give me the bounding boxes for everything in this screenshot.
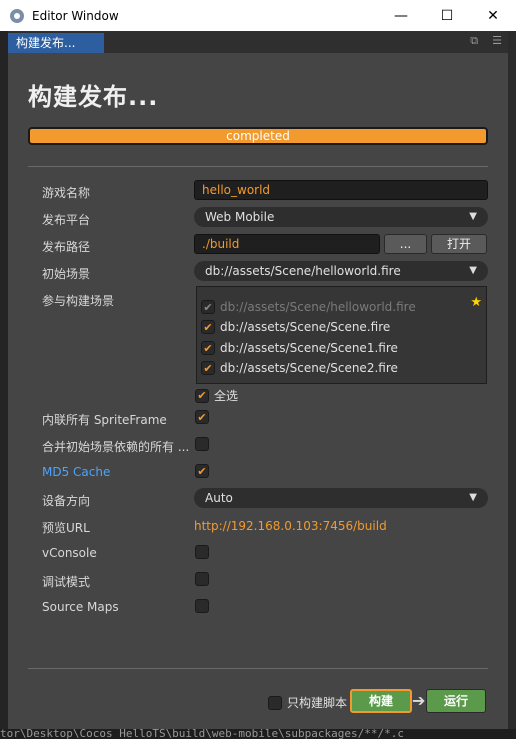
merge-start-scene-label: 合并初始场景依赖的所有 ... bbox=[42, 440, 190, 454]
list-item: db://assets/Scene/helloworld.fire bbox=[201, 298, 416, 316]
arrow-right-icon: ➔ bbox=[412, 691, 426, 710]
build-panel: 构建发布... ⧉ ☰ 构建发布... completed 游戏名称 hello… bbox=[8, 31, 508, 729]
merge-start-scene-checkbox[interactable] bbox=[195, 437, 209, 451]
scene-path: db://assets/Scene/Scene2.fire bbox=[220, 361, 398, 375]
minimize-button[interactable]: — bbox=[378, 0, 424, 31]
md5-cache-label[interactable]: MD5 Cache bbox=[42, 465, 110, 479]
divider bbox=[28, 166, 488, 167]
scene-path: db://assets/Scene/Scene1.fire bbox=[220, 341, 398, 355]
progress-label: completed bbox=[226, 129, 290, 143]
tab-build[interactable]: 构建发布... bbox=[8, 33, 104, 53]
select-all-label: 全选 bbox=[214, 389, 239, 403]
page-title: 构建发布... bbox=[28, 83, 159, 111]
build-script-only-toggle[interactable]: 只构建脚本 bbox=[268, 694, 347, 711]
debug-mode-label: 调试模式 bbox=[42, 575, 91, 589]
source-maps-label: Source Maps bbox=[42, 600, 119, 614]
vconsole-label: vConsole bbox=[42, 546, 97, 560]
scene-checkbox[interactable] bbox=[201, 320, 215, 334]
list-item[interactable]: db://assets/Scene/Scene1.fire bbox=[201, 339, 398, 357]
scene-path: db://assets/Scene/Scene.fire bbox=[220, 320, 391, 334]
platform-label: 发布平台 bbox=[42, 213, 91, 227]
background-console-text: tor\Desktop\Cocos_HelloTS\build\web-mobi… bbox=[0, 729, 516, 739]
build-path-input[interactable]: ./build bbox=[194, 234, 380, 254]
debug-mode-checkbox[interactable] bbox=[195, 572, 209, 586]
build-script-only-label: 只构建脚本 bbox=[287, 696, 348, 710]
scene-list: db://assets/Scene/helloworld.fire ★ db:/… bbox=[196, 286, 487, 384]
inline-spriteframe-label: 内联所有 SpriteFrame bbox=[42, 413, 167, 427]
dropdown-arrow-icon: ▼ bbox=[469, 211, 477, 222]
list-item[interactable]: db://assets/Scene/Scene2.fire bbox=[201, 359, 398, 377]
app-icon bbox=[10, 8, 24, 23]
close-button[interactable]: ✕ bbox=[470, 0, 516, 31]
preview-url-label: 预览URL bbox=[42, 521, 90, 535]
window-controls: — ☐ ✕ bbox=[378, 0, 516, 31]
platform-select[interactable]: Web Mobile ▼ bbox=[194, 207, 488, 227]
dropdown-arrow-icon: ▼ bbox=[469, 492, 477, 503]
scene-checkbox[interactable] bbox=[201, 361, 215, 375]
source-maps-checkbox[interactable] bbox=[195, 599, 209, 613]
star-icon: ★ bbox=[470, 295, 482, 310]
game-name-label: 游戏名称 bbox=[42, 186, 91, 200]
vconsole-checkbox[interactable] bbox=[195, 545, 209, 559]
preview-url-link[interactable]: http://192.168.0.103:7456/build bbox=[194, 519, 387, 533]
tab-icons: ⧉ ☰ bbox=[470, 34, 502, 48]
build-script-only-checkbox[interactable] bbox=[268, 695, 282, 710]
window-title: Editor Window bbox=[32, 8, 119, 23]
open-folder-button[interactable]: 打开 bbox=[431, 234, 487, 254]
orientation-label: 设备方向 bbox=[42, 494, 91, 508]
background-editor-strip bbox=[0, 31, 8, 731]
maximize-button[interactable]: ☐ bbox=[424, 0, 470, 31]
menu-icon[interactable]: ☰ bbox=[492, 34, 502, 48]
orientation-select[interactable]: Auto ▼ bbox=[194, 488, 488, 508]
build-path-label: 发布路径 bbox=[42, 240, 91, 254]
popout-icon[interactable]: ⧉ bbox=[470, 34, 478, 48]
inline-spriteframe-checkbox[interactable] bbox=[195, 410, 209, 424]
start-scene-value: db://assets/Scene/helloworld.fire bbox=[205, 264, 401, 278]
select-all-checkbox[interactable] bbox=[195, 388, 209, 403]
game-name-input[interactable]: hello_world bbox=[194, 180, 488, 200]
dropdown-arrow-icon: ▼ bbox=[469, 265, 477, 276]
included-scenes-label: 参与构建场景 bbox=[42, 294, 115, 308]
panel-tabbar: 构建发布... ⧉ ☰ bbox=[8, 31, 508, 53]
select-all-toggle[interactable]: 全选 bbox=[195, 387, 238, 404]
start-scene-label: 初始场景 bbox=[42, 267, 91, 281]
list-item[interactable]: db://assets/Scene/Scene.fire bbox=[201, 318, 390, 336]
scene-path: db://assets/Scene/helloworld.fire bbox=[220, 300, 416, 314]
window-titlebar: Editor Window — ☐ ✕ bbox=[0, 0, 516, 31]
build-progress-bar: completed bbox=[28, 127, 488, 145]
build-button[interactable]: 构建 bbox=[350, 689, 412, 713]
run-button[interactable]: 运行 bbox=[426, 689, 486, 713]
orientation-value: Auto bbox=[205, 491, 233, 505]
scene-checkbox[interactable] bbox=[201, 341, 215, 355]
browse-button[interactable]: ... bbox=[384, 234, 427, 254]
md5-cache-checkbox[interactable] bbox=[195, 464, 209, 478]
scene-checkbox bbox=[201, 300, 215, 314]
platform-value: Web Mobile bbox=[205, 210, 275, 224]
divider bbox=[28, 668, 488, 669]
start-scene-select[interactable]: db://assets/Scene/helloworld.fire ▼ bbox=[194, 261, 488, 281]
